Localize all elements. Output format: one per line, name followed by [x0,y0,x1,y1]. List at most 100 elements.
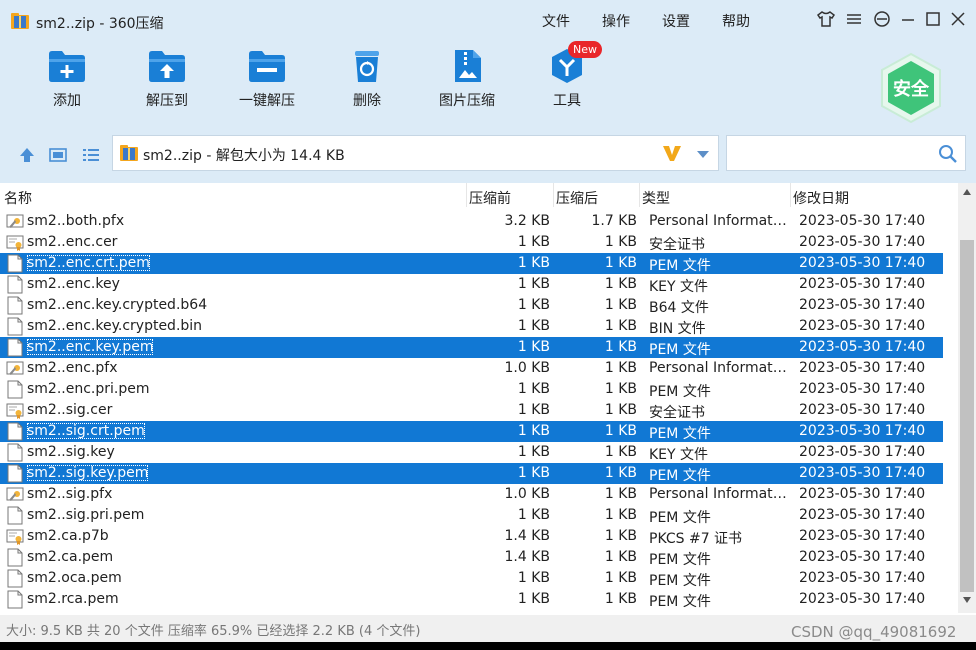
file-date: 2023-05-30 17:40 [799,507,926,523]
close-icon[interactable] [947,8,969,30]
minimize-icon[interactable] [897,8,919,30]
scrollbar-thumb[interactable] [960,240,974,592]
file-date: 2023-05-30 17:40 [799,528,926,544]
v-logo-icon[interactable] [661,143,683,163]
file-row[interactable]: sm2..sig.crt.pem 1 KB 1 KB PEM 文件 2023-05-30… [0,421,943,442]
search-icon[interactable] [938,144,958,164]
file-row[interactable]: sm2..enc.pri.pem 1 KB 1 KB PEM 文件 2023-05-30… [0,379,943,400]
file-date: 2023-05-30 17:40 [799,276,926,292]
maximize-icon[interactable] [922,8,944,30]
pfx-icon [6,485,24,504]
file-type: PEM 文件 [649,468,711,484]
security-shield[interactable]: 安全 [878,52,944,124]
one-click-extract-button[interactable]: 一键解压 [227,48,307,120]
cert-icon [6,233,24,252]
clock-icon[interactable] [871,8,893,30]
file-size-before: 1.0 KB [504,486,551,502]
menu-operation[interactable]: 操作 [602,11,630,31]
file-row[interactable]: sm2..enc.cer 1 KB 1 KB 安全证书 2023-05-30 17:40 [0,232,943,253]
up-folder-icon[interactable] [17,145,37,165]
add-folder-icon [49,51,85,82]
menu-help[interactable]: 帮助 [722,11,750,31]
path-bar[interactable]: sm2..zip - 解包大小为 14.4 KB [112,135,719,171]
file-row[interactable]: sm2.oca.pem 1 KB 1 KB PEM 文件 2023-05-30 17:4… [0,568,943,589]
file-size-before: 1 KB [517,444,550,460]
file-row[interactable]: sm2..enc.key.pem 1 KB 1 KB PEM 文件 2023-05-30… [0,337,943,358]
file-size-before: 1.4 KB [504,549,551,565]
list-view-icon[interactable] [81,145,101,165]
file-type: B64 文件 [649,300,709,316]
cert-icon [6,527,24,546]
menu-lines-icon[interactable] [843,8,865,30]
file-row[interactable]: sm2.ca.pem 1.4 KB 1 KB PEM 文件 2023-05-30 17:… [0,547,943,568]
column-after[interactable]: 压缩后 [556,188,598,208]
file-size-after: 1 KB [604,549,637,565]
file-size-before: 1 KB [517,507,550,523]
search-box[interactable] [726,135,966,171]
file-name: sm2..enc.pri.pem [27,381,150,397]
add-button[interactable]: 添加 [27,48,107,120]
file-row[interactable]: sm2..enc.key.crypted.bin 1 KB 1 KB BIN 文件 20… [0,316,943,337]
column-before[interactable]: 压缩前 [469,188,511,208]
search-input[interactable] [733,142,933,164]
file-row[interactable]: sm2..sig.pri.pem 1 KB 1 KB PEM 文件 2023-05-30… [0,505,943,526]
column-modified[interactable]: 修改日期 [793,188,849,208]
file-row[interactable]: sm2..sig.pfx 1.0 KB 1 KB Personal Informati… [0,484,943,505]
vertical-scrollbar[interactable] [958,183,976,613]
file-size-before: 1 KB [517,297,550,313]
file-row[interactable]: sm2..sig.key.pem 1 KB 1 KB PEM 文件 2023-05-30… [0,463,943,484]
file-row[interactable]: sm2..enc.key 1 KB 1 KB KEY 文件 2023-05-30 17:… [0,274,943,295]
file-row[interactable]: sm2.ca.p7b 1.4 KB 1 KB PKCS #7 证书 2023-05-30… [0,526,943,547]
file-date: 2023-05-30 17:40 [799,381,926,397]
menu-settings[interactable]: 设置 [662,11,690,31]
file-size-after: 1 KB [604,255,637,271]
delete-button[interactable]: 删除 [327,48,407,120]
file-type: BIN 文件 [649,321,706,337]
file-name: sm2..enc.pfx [27,360,118,376]
column-type[interactable]: 类型 [642,188,670,208]
extract-folder-icon [149,51,185,82]
column-header: 名称 压缩前 压缩后 类型 修改日期 [0,183,958,211]
file-size-after: 1 KB [604,381,637,397]
file-date: 2023-05-30 17:40 [799,234,926,250]
file-name: sm2..enc.key.pem [27,339,154,355]
file-size-before: 1 KB [517,591,550,607]
column-name[interactable]: 名称 [4,188,32,208]
scroll-up-icon[interactable] [963,189,971,195]
file-name: sm2..sig.key.pem [27,465,149,481]
file-row[interactable]: sm2..sig.cer 1 KB 1 KB 安全证书 2023-05-30 17:40 [0,400,943,421]
file-type: PEM 文件 [649,573,711,589]
column-separator [790,183,791,207]
file-size-before: 1 KB [517,402,550,418]
image-compress-button[interactable]: 图片压缩 [427,48,507,120]
file-name: sm2..both.pfx [27,213,125,229]
skin-shirt-icon[interactable] [815,8,837,30]
file-row[interactable]: sm2.rca.pem 1 KB 1 KB PEM 文件 2023-05-30 17:4… [0,589,943,610]
column-separator [639,183,640,207]
chevron-down-icon[interactable] [696,149,710,159]
file-size-after: 1 KB [604,507,637,523]
file-type: Personal Information Exchange [649,213,787,229]
tools-button[interactable]: 工具 [527,48,607,120]
file-row[interactable]: sm2..enc.pfx 1.0 KB 1 KB Personal Informati… [0,358,943,379]
file-name: sm2..enc.crt.pem [27,255,150,271]
file-size-before: 1.0 KB [504,360,551,376]
scroll-down-icon[interactable] [963,597,971,603]
app-window: sm2..zip - 360压缩 文件 操作 设置 帮助 添加 解压到 一键解压… [0,0,976,642]
file-name: sm2..enc.key.crypted.bin [27,318,203,334]
file-icon [6,317,24,336]
thumbnail-view-icon[interactable] [48,145,68,165]
file-date: 2023-05-30 17:40 [799,465,926,481]
file-row[interactable]: sm2..sig.key 1 KB 1 KB KEY 文件 2023-05-30 17:… [0,442,943,463]
file-row[interactable]: sm2..enc.crt.pem 1 KB 1 KB PEM 文件 2023-05-30… [0,253,943,274]
file-icon [6,296,24,315]
menu-file[interactable]: 文件 [542,11,570,31]
file-row[interactable]: sm2..enc.key.crypted.b64 1 KB 1 KB B64 文件 20… [0,295,943,316]
extract-to-button[interactable]: 解压到 [127,48,207,120]
file-row[interactable]: sm2..both.pfx 3.2 KB 1.7 KB Personal Inform… [0,211,943,232]
pfx-icon [6,212,24,231]
recycle-bin-icon [355,51,379,82]
file-name: sm2..enc.key [27,276,120,292]
file-size-after: 1 KB [604,276,637,292]
file-type: PEM 文件 [649,342,711,358]
